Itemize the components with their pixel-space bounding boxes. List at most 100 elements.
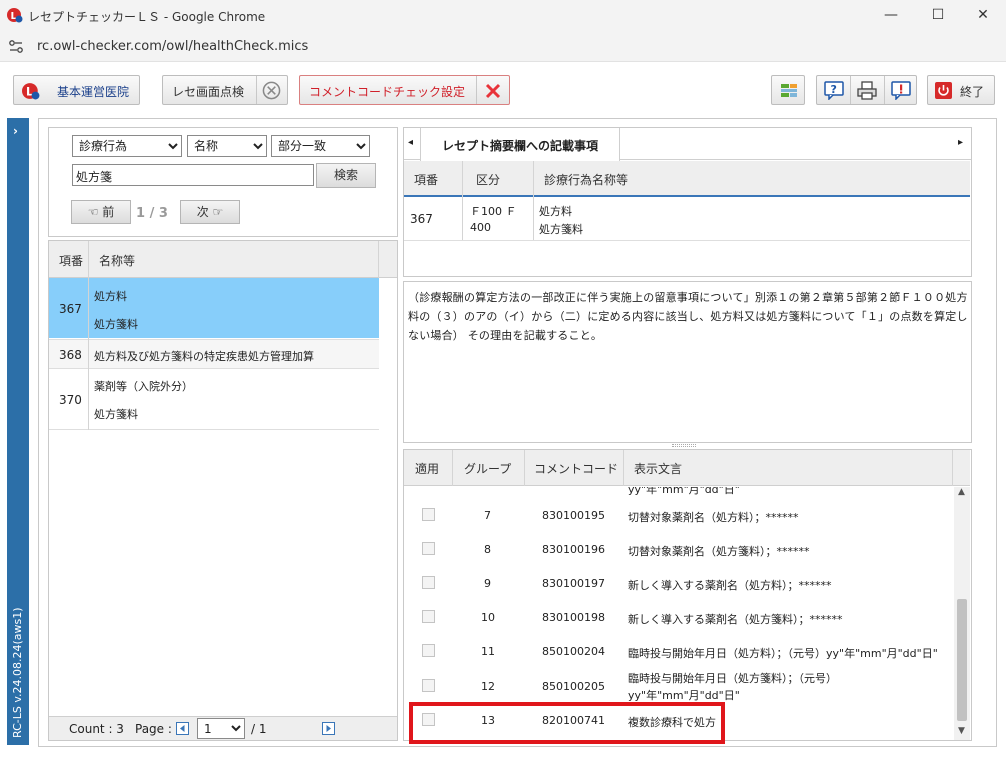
detail-col-no: 項番 (414, 173, 439, 187)
hospital-button[interactable]: L 基本運営医院 (13, 75, 140, 105)
apply-checkbox[interactable] (422, 679, 435, 692)
hospital-label: 基本運営医院 (57, 85, 130, 99)
expand-arrow-icon[interactable]: › (13, 124, 18, 138)
comment-row-11[interactable]: 11 850100204 臨時投与開始年月日（処方料）；（元号）yy"年"mm"… (404, 637, 954, 670)
row-name-line1: 処方料及び処方箋料の特定疾患処方管理加算 (94, 350, 314, 363)
row-text: 新しく導入する薬剤名（処方料）；****** (628, 579, 832, 592)
row-code: 850100205 (542, 680, 605, 693)
tab-scroll-left-icon[interactable]: ◂ (408, 137, 413, 148)
splitter-handle[interactable] (672, 444, 696, 447)
apply-checkbox[interactable] (422, 508, 435, 521)
page-prev-icon[interactable] (176, 722, 189, 735)
search-input-value: 処方箋 (76, 170, 113, 184)
row-code: 850100204 (542, 645, 605, 658)
apply-checkbox[interactable] (422, 610, 435, 623)
comment-code-check-button[interactable]: コメントコードチェック設定 (299, 75, 510, 105)
search-button[interactable]: 検索 (316, 163, 376, 188)
detail-row-kubun2: 400 (470, 221, 491, 234)
help-icon[interactable]: ? (824, 81, 844, 100)
detail-table-header: 項番 区分 診療行為名称等 (404, 161, 970, 197)
row-code: 830100196 (542, 543, 605, 556)
exit-label: 終了 (960, 85, 985, 99)
site-settings-icon[interactable] (9, 40, 23, 53)
row-group: 8 (484, 543, 491, 556)
row-code: 830100195 (542, 509, 605, 522)
print-icon[interactable] (857, 81, 877, 100)
description-text: （診療報酬の算定方法の一部改正に伴う実施上の留意事項について」別添１の第２章第５… (408, 291, 968, 342)
tab-detail-label: レセプト摘要欄への記載事項 (442, 139, 599, 153)
scroll-down-icon[interactable]: ▼ (958, 726, 965, 736)
result-table-header: 項番 名称等 (49, 241, 397, 278)
alert-icon[interactable] (891, 81, 911, 100)
list-settings-button[interactable] (771, 75, 805, 105)
comment-col-apply: 適用 (415, 462, 440, 476)
row-name-line2: 処方箋料 (94, 408, 138, 421)
row-text: 切替対象薬剤名（処方料）；****** (628, 511, 799, 524)
version-label: RC-LS v.24.08.24(aws1) (11, 607, 24, 738)
comment-table-header: 適用 グループ コメントコード 表示文言 (404, 450, 970, 486)
row-group: 12 (481, 680, 495, 693)
table-row-367[interactable]: 367 処方料 処方箋料 (49, 278, 379, 338)
detail-col-kubun: 区分 (476, 173, 501, 187)
row-group: 9 (484, 577, 491, 590)
comment-code-label: コメントコードチェック設定 (309, 85, 466, 99)
detail-col-name: 診療行為名称等 (544, 173, 629, 187)
next-button[interactable]: 次 ☞ (180, 200, 240, 224)
window-titlebar: L レセプトチェッカーＬＳ - Google Chrome — ☐ ✕ (0, 0, 1006, 31)
screen-check-button[interactable]: レセ画面点検 (162, 75, 288, 105)
red-x-icon (485, 83, 501, 99)
field-select[interactable]: 名称 (187, 135, 267, 157)
prev-button[interactable]: ☜ 前 (71, 200, 131, 224)
circle-x-icon (262, 81, 281, 100)
comment-row-9[interactable]: 9 830100197 新しく導入する薬剤名（処方料）；****** (404, 569, 954, 602)
exit-button[interactable]: 終了 (927, 75, 995, 105)
row-text: 切替対象薬剤名（処方箋料）；****** (628, 545, 810, 558)
minimize-button[interactable]: — (868, 0, 914, 31)
row-text: 臨時投与開始年月日（処方料）；（元号）yy"年"mm"月"dd"日" (628, 647, 938, 660)
row-no: 370 (59, 393, 82, 407)
page-next-icon[interactable] (322, 722, 335, 735)
comment-row-8[interactable]: 8 830100196 切替対象薬剤名（処方箋料）；****** (404, 535, 954, 568)
comment-row-7[interactable]: 7 830100195 切替対象薬剤名（処方料）；****** (404, 501, 954, 534)
highlight-box (409, 702, 725, 744)
tab-scroll-right-icon[interactable]: ▸ (958, 137, 963, 148)
power-icon (935, 82, 952, 99)
comment-col-code: コメントコード (534, 462, 619, 476)
page-select[interactable]: 1 (197, 718, 245, 739)
page-total: / 1 (251, 722, 267, 736)
scroll-up-icon[interactable]: ▲ (958, 487, 965, 497)
url-text[interactable]: rc.owl-checker.com/owl/healthCheck.mics (37, 39, 308, 54)
svg-text:?: ? (831, 83, 837, 96)
match-mode-select[interactable]: 部分一致 (271, 135, 370, 157)
detail-row-name2: 処方箋料 (539, 223, 583, 236)
row-text-line2: yy"年"mm"月"dd"日" (628, 689, 740, 702)
tab-detail[interactable]: レセプト摘要欄への記載事項 (420, 128, 620, 161)
table-row-370[interactable]: 370 薬剤等（入院外分） 処方箋料 (49, 370, 379, 430)
search-input[interactable]: 処方箋 (72, 164, 314, 186)
comment-row-10[interactable]: 10 830100198 新しく導入する薬剤名（処方箋料）；****** (404, 603, 954, 636)
category-select[interactable]: 診療行為 (72, 135, 182, 157)
col-no-header: 項番 (59, 254, 84, 268)
row-no: 368 (59, 348, 82, 362)
page-indicator: 1 / 3 (136, 206, 168, 221)
row-code: 830100197 (542, 577, 605, 590)
app-toolbar: L 基本運営医院 レセ画面点検 コメントコードチェック設定 ? 終了 (0, 62, 1006, 118)
apply-checkbox[interactable] (422, 576, 435, 589)
close-window-button[interactable]: ✕ (960, 0, 1006, 31)
scroll-thumb[interactable] (957, 599, 967, 721)
table-row-368[interactable]: 368 処方料及び処方箋料の特定疾患処方管理加算 (49, 339, 379, 369)
detail-row-kubun1: Ｆ100 Ｆ (470, 205, 517, 218)
comment-scrollbar[interactable]: ▲ ▼ (954, 487, 970, 740)
comment-col-group: グループ (464, 462, 512, 476)
help-tools-group: ? (816, 75, 917, 105)
app-logo-icon: L (7, 8, 23, 23)
row-name-line2: 処方箋料 (94, 318, 138, 331)
apply-checkbox[interactable] (422, 542, 435, 555)
apply-checkbox[interactable] (422, 644, 435, 657)
row-code: 830100198 (542, 611, 605, 624)
address-bar: rc.owl-checker.com/owl/healthCheck.mics (0, 31, 1006, 62)
comment-row-12[interactable]: 12 850100205 臨時投与開始年月日（処方箋料）；（元号） yy"年"m… (404, 671, 954, 705)
maximize-button[interactable]: ☐ (915, 0, 961, 31)
detail-row-no: 367 (410, 212, 433, 226)
row-name-line1: 薬剤等（入院外分） (94, 380, 193, 393)
